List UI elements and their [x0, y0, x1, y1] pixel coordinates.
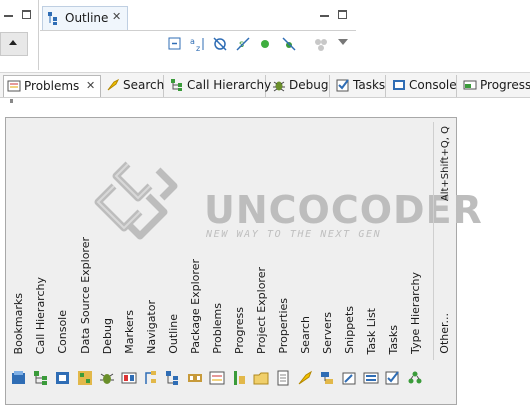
svg-text:a: a	[190, 37, 195, 46]
snippets-icon[interactable]	[341, 370, 357, 386]
view-item-properties[interactable]: Properties	[277, 298, 290, 354]
call-hierarchy-icon[interactable]	[33, 370, 49, 386]
view-item-outline[interactable]: Outline	[167, 314, 180, 354]
problems-icon[interactable]	[209, 370, 225, 386]
watermark-subtitle: NEW WAY TO THE NEXT GEN	[206, 229, 382, 240]
outline-toolbar: a z s	[168, 36, 358, 54]
tab-outline-label: Outline	[65, 11, 109, 25]
tab-console[interactable]: Console	[389, 75, 457, 97]
shortcut-divider	[433, 122, 434, 360]
type-hierarchy-icon[interactable]	[407, 370, 423, 386]
call-hierarchy-icon	[171, 79, 182, 91]
tasks-icon	[336, 79, 349, 92]
outline-maximize-button[interactable]	[338, 10, 347, 19]
hide-local-types-icon[interactable]	[282, 37, 296, 51]
tab-progress[interactable]: Progress	[460, 75, 530, 97]
resize-grip	[10, 99, 13, 103]
console-icon[interactable]	[55, 370, 71, 386]
search-icon	[107, 78, 120, 91]
tab-call-hierarchy-label: Call Hierarchy	[187, 78, 272, 92]
maximize-button[interactable]	[22, 10, 31, 19]
view-item-type-hierarchy[interactable]: Type Hierarchy	[409, 272, 422, 354]
view-item-console[interactable]: Console	[56, 310, 69, 354]
watermark-logo-icon	[94, 161, 178, 240]
servers-icon[interactable]	[319, 370, 335, 386]
show-view-popup: UNCOCODER NEW WAY TO THE NEXT GEN Alt+Sh…	[5, 117, 482, 405]
view-icon-row	[9, 370, 429, 390]
focus-icon[interactable]	[314, 37, 328, 51]
view-item-search[interactable]: Search	[299, 316, 312, 354]
left-editor-pane	[0, 0, 39, 70]
project-explorer-icon[interactable]	[253, 370, 269, 386]
view-item-package-explorer[interactable]: Package Explorer	[189, 259, 202, 354]
task-list-icon[interactable]	[363, 370, 379, 386]
outline-icon	[48, 12, 57, 25]
tab-debug-label: Debug	[289, 78, 329, 92]
outline-icon[interactable]	[165, 370, 181, 386]
svg-text:z: z	[196, 44, 200, 52]
view-item-progress[interactable]: Progress	[233, 307, 246, 354]
progress-icon	[463, 80, 477, 90]
scroll-up-button[interactable]	[0, 32, 28, 56]
tab-search-label: Search	[123, 78, 165, 92]
hide-non-public-icon[interactable]	[260, 39, 270, 49]
view-item-bookmarks[interactable]: Bookmarks	[12, 293, 25, 354]
progress-icon[interactable]	[231, 370, 247, 386]
bookmarks-icon[interactable]	[11, 370, 27, 386]
tab-problems-label: Problems	[24, 79, 80, 93]
view-item-data-source-explorer[interactable]: Data Source Explorer	[79, 237, 92, 354]
view-item-snippets[interactable]: Snippets	[343, 306, 356, 354]
collapse-all-icon[interactable]	[168, 37, 182, 51]
tab-call-hierarchy[interactable]: Call Hierarchy	[167, 75, 271, 97]
view-item-tasks[interactable]: Tasks	[387, 325, 400, 354]
minimize-button[interactable]	[4, 12, 13, 17]
console-icon	[393, 80, 405, 90]
tab-search[interactable]: Search	[103, 75, 164, 97]
view-menu-icon[interactable]	[338, 39, 348, 45]
view-item-problems[interactable]: Problems	[211, 303, 224, 354]
hide-static-icon[interactable]: s	[236, 37, 250, 51]
tab-console-label: Console	[409, 78, 457, 92]
problems-icon	[7, 80, 21, 92]
tab-problems[interactable]: Problems ✕	[3, 75, 101, 97]
view-item-project-explorer[interactable]: Project Explorer	[255, 267, 268, 354]
view-item-debug[interactable]: Debug	[101, 318, 114, 354]
properties-icon[interactable]	[275, 370, 291, 386]
shortcut-hint: Alt+Shift+Q, Q	[440, 126, 451, 202]
tab-tasks-label: Tasks	[353, 78, 386, 92]
markers-icon[interactable]	[121, 370, 137, 386]
search-icon[interactable]	[297, 370, 313, 386]
view-item-call-hierarchy[interactable]: Call Hierarchy	[34, 277, 47, 354]
debug-icon[interactable]	[99, 370, 115, 386]
close-icon[interactable]: ✕	[86, 76, 95, 96]
hide-fields-icon[interactable]	[213, 37, 227, 51]
tasks-icon[interactable]	[385, 370, 401, 386]
package-explorer-icon[interactable]	[187, 370, 203, 386]
outline-minimize-button[interactable]	[320, 12, 329, 17]
outline-divider	[40, 30, 356, 31]
tab-debug[interactable]: Debug	[269, 75, 330, 97]
tab-outline[interactable]: Outline ✕	[42, 6, 128, 30]
view-item-task-list[interactable]: Task List	[365, 308, 378, 354]
close-icon[interactable]: ✕	[112, 10, 121, 23]
bottom-tab-strip: Problems ✕ Search Call Hierarchy Debug T…	[0, 72, 530, 98]
tab-progress-label: Progress	[480, 78, 530, 92]
view-item-markers[interactable]: Markers	[123, 310, 136, 354]
debug-icon	[273, 81, 285, 92]
view-item-servers[interactable]: Servers	[321, 312, 334, 354]
navigator-icon[interactable]	[143, 370, 159, 386]
sort-icon[interactable]: a z	[190, 36, 206, 52]
data-source-explorer-icon[interactable]	[77, 370, 93, 386]
view-item-other[interactable]: Other...	[438, 313, 451, 354]
view-item-navigator[interactable]: Navigator	[145, 300, 158, 354]
arrow-up-icon	[9, 40, 17, 45]
tab-tasks[interactable]: Tasks	[333, 75, 386, 97]
